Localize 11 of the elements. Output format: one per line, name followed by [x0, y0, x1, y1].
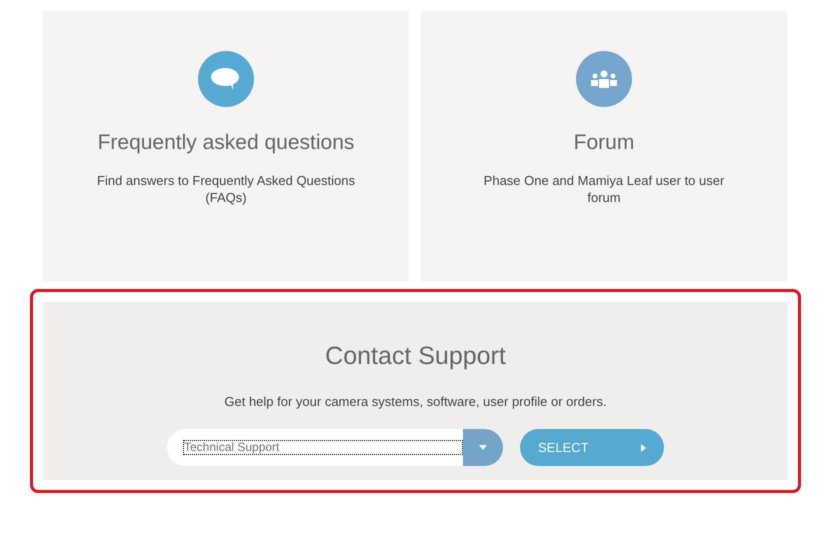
- card-description: Phase One and Mamiya Leaf user to user forum: [482, 172, 726, 206]
- card-title: Forum: [574, 130, 634, 156]
- caret-icon: [641, 444, 646, 452]
- dropdown-value: Technical Support: [183, 440, 463, 455]
- dropdown-caret-icon: [463, 429, 503, 466]
- contact-title: Contact Support: [325, 341, 506, 372]
- card-title: Frequently asked questions: [98, 130, 354, 156]
- card-description: Find answers to Frequently Asked Questions (FAQs): [96, 172, 356, 206]
- contact-description: Get help for your camera systems, software, user profile or orders.: [224, 392, 607, 411]
- support-dropdown[interactable]: Technical Support: [167, 429, 503, 466]
- select-button[interactable]: SELECT: [520, 429, 664, 466]
